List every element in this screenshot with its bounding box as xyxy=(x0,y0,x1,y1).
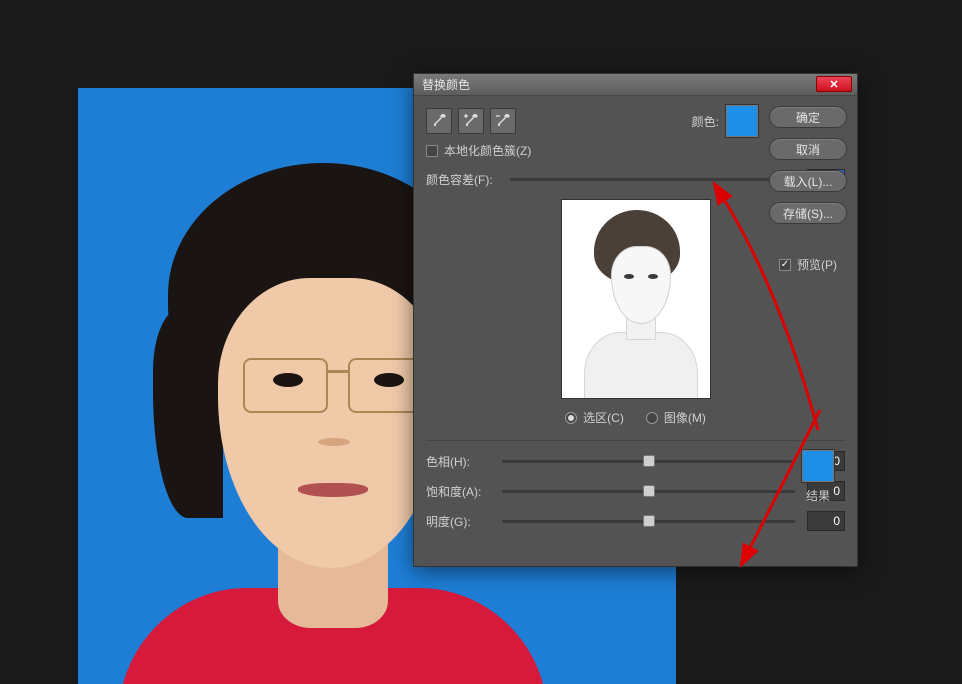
fuzziness-slider[interactable] xyxy=(510,178,795,181)
hue-row: 色相(H): xyxy=(426,451,845,471)
sat-row: 饱和度(A): xyxy=(426,481,845,501)
result-color-swatch[interactable] xyxy=(801,449,835,483)
result-label: 结果 xyxy=(801,487,835,504)
sat-slider[interactable] xyxy=(502,490,795,493)
sat-slider-thumb[interactable] xyxy=(643,485,655,497)
lig-slider-thumb[interactable] xyxy=(643,515,655,527)
preview-label: 预览(P) xyxy=(797,256,837,273)
lig-row: 明度(G): xyxy=(426,511,845,531)
eyedropper-plus-icon xyxy=(463,113,479,129)
preview-checkbox-row[interactable]: 预览(P) xyxy=(769,256,847,273)
radio-selection-input[interactable] xyxy=(565,412,577,424)
lig-input[interactable] xyxy=(807,511,845,531)
localized-checkbox-label: 本地化颜色簇(Z) xyxy=(444,142,531,159)
radio-image-input[interactable] xyxy=(646,412,658,424)
hue-slider-thumb[interactable] xyxy=(643,455,655,467)
preview-checkbox[interactable] xyxy=(779,259,791,271)
fuzziness-label: 颜色容差(F): xyxy=(426,171,498,188)
divider xyxy=(426,440,845,441)
load-button[interactable]: 载入(L)... xyxy=(769,170,847,192)
eyedropper-icon xyxy=(431,113,447,129)
source-color-swatch[interactable] xyxy=(725,104,759,138)
dialog-title: 替换颜色 xyxy=(422,76,470,93)
eyedropper-minus-button[interactable] xyxy=(490,108,516,134)
source-color-group: 颜色: xyxy=(692,104,759,138)
eyedropper-button[interactable] xyxy=(426,108,452,134)
result-group: 结果 xyxy=(801,449,835,504)
sat-label: 饱和度(A): xyxy=(426,483,490,500)
radio-image[interactable]: 图像(M) xyxy=(646,409,706,426)
color-label: 颜色: xyxy=(692,113,719,130)
radio-selection[interactable]: 选区(C) xyxy=(565,409,624,426)
eyedropper-plus-button[interactable] xyxy=(458,108,484,134)
dialog-titlebar[interactable]: 替换颜色 xyxy=(414,74,857,96)
close-button[interactable] xyxy=(816,76,852,92)
hue-slider[interactable] xyxy=(502,460,795,463)
lig-label: 明度(G): xyxy=(426,513,490,530)
selection-preview xyxy=(561,199,711,399)
eyedropper-minus-icon xyxy=(495,113,511,129)
ok-button[interactable]: 确定 xyxy=(769,106,847,128)
dialog-buttons: 确定 取消 载入(L)... 存储(S)... 预览(P) xyxy=(769,106,847,273)
preview-mode-radios: 选区(C) 图像(M) xyxy=(426,409,845,426)
save-button[interactable]: 存储(S)... xyxy=(769,202,847,224)
replace-color-dialog: 替换颜色 颜色: 本地化颜色簇(Z) 颜色容差(F): xyxy=(413,73,858,567)
radio-image-label: 图像(M) xyxy=(664,409,706,426)
hue-label: 色相(H): xyxy=(426,453,490,470)
dialog-body: 颜色: 本地化颜色簇(Z) 颜色容差(F): xyxy=(414,96,857,553)
localized-checkbox[interactable] xyxy=(426,145,438,157)
lig-slider[interactable] xyxy=(502,520,795,523)
radio-selection-label: 选区(C) xyxy=(583,409,624,426)
cancel-button[interactable]: 取消 xyxy=(769,138,847,160)
